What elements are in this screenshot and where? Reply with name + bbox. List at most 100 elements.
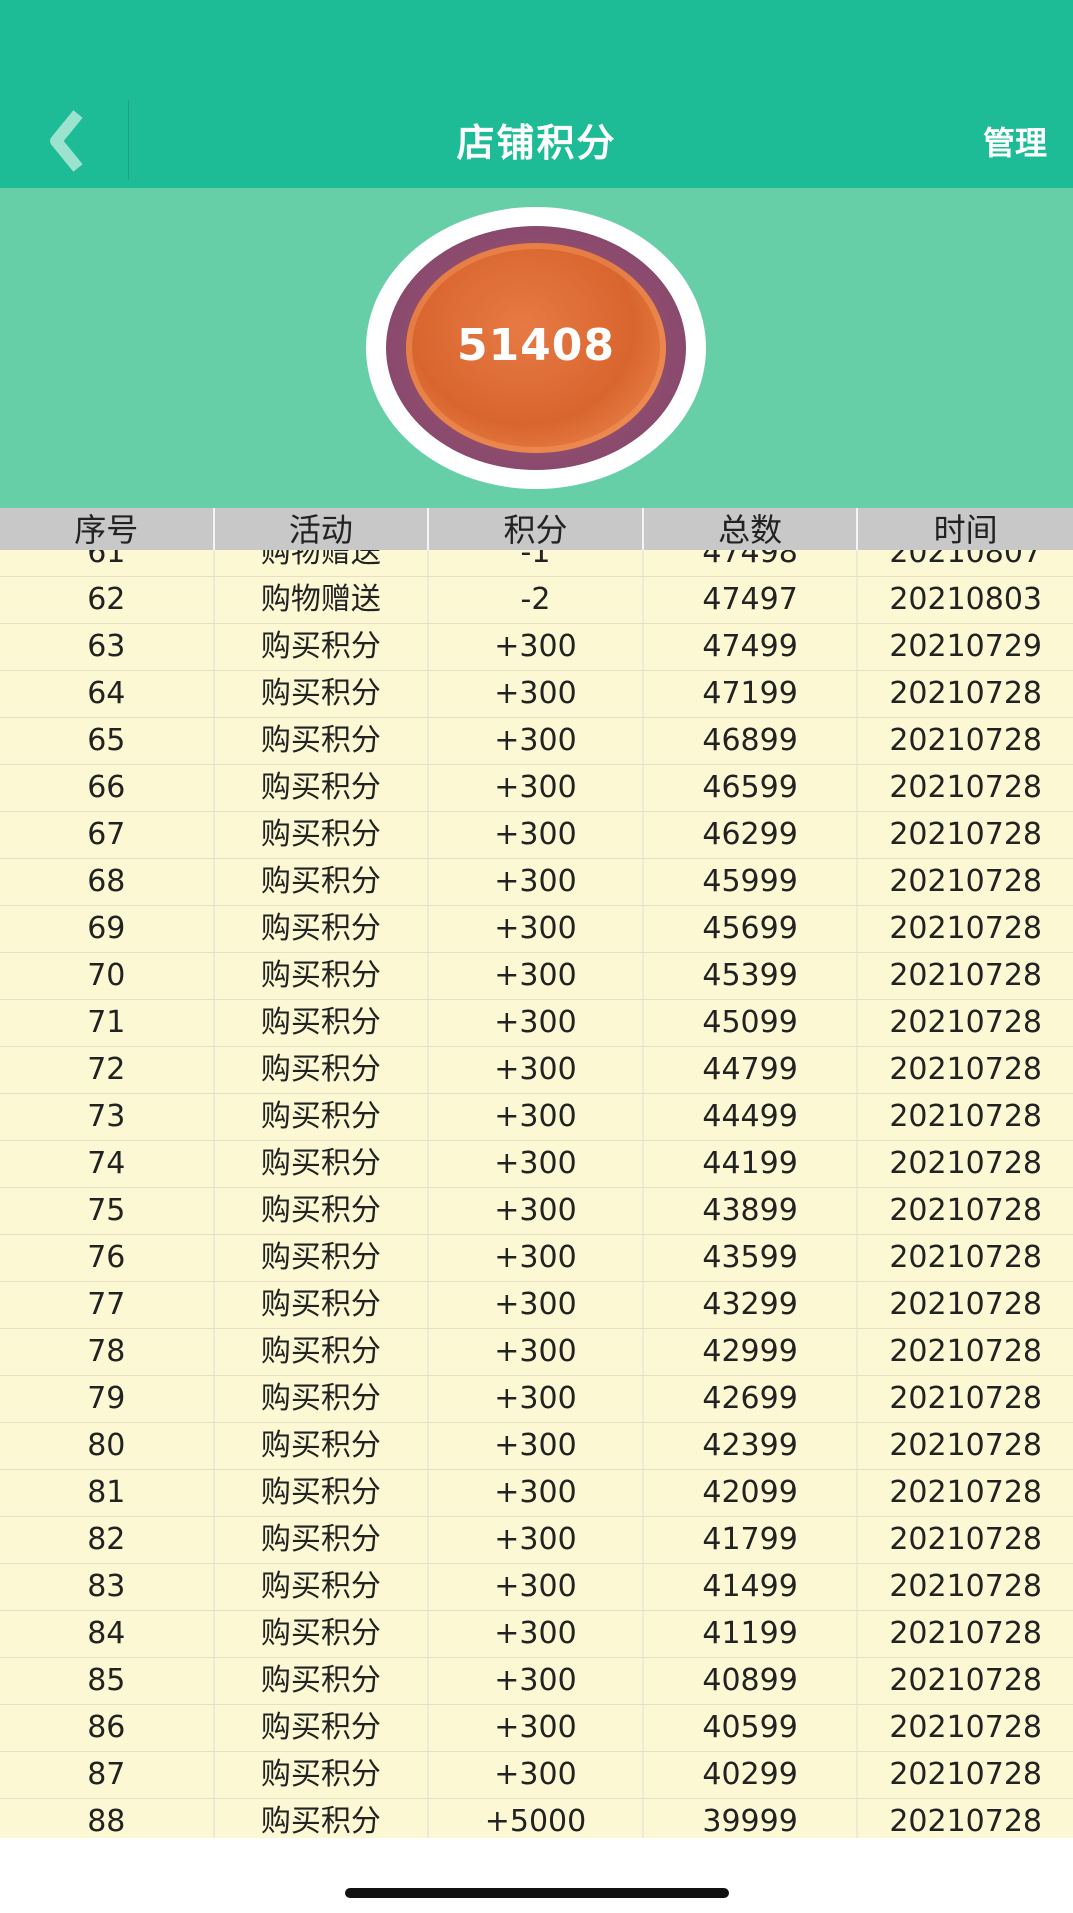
cell-time: 20210807 [889,550,1043,570]
cell-index: 70 [0,953,215,999]
cell-index: 86 [0,1705,215,1751]
cell-total: 42699 [644,1376,859,1422]
table-row[interactable]: 73 购买积分 +300 44499 20210728 [0,1094,1073,1141]
table-row[interactable]: 68 购买积分 +300 45999 20210728 [0,859,1073,906]
cell-points: +300 [429,1235,644,1281]
table-row[interactable]: 84 购买积分 +300 41199 20210728 [0,1611,1073,1658]
cell-activity: 购买积分 [215,1423,430,1469]
cell-time: 20210728 [889,1569,1043,1604]
cell-time: 20210728 [889,817,1043,852]
cell-points: +300 [429,953,644,999]
points-history-list[interactable]: 61 购物赠送 -1 47498 20210807 62 购物赠送 -2 47497 202108… [0,550,1073,1838]
cell-points: +300 [429,718,644,764]
table-row[interactable]: 85 购买积分 +300 40899 20210728 [0,1658,1073,1705]
table-row[interactable]: 67 购买积分 +300 46299 20210728 [0,812,1073,859]
cell-points: +300 [429,1000,644,1046]
cell-points: +300 [429,765,644,811]
table-row[interactable]: 74 购买积分 +300 44199 20210728 [0,1141,1073,1188]
cell-activity: 购买积分 [215,1094,430,1140]
cell-activity: 购买积分 [215,1000,430,1046]
cell-total: 41199 [644,1611,859,1657]
cell-time: 20210728 [889,1757,1043,1792]
cell-points: +300 [429,1470,644,1516]
table-row[interactable]: 77 购买积分 +300 43299 20210728 [0,1282,1073,1329]
cell-total: 44199 [644,1141,859,1187]
cell-points: +300 [429,1611,644,1657]
cell-index: 79 [0,1376,215,1422]
cell-points: +300 [429,906,644,952]
cell-time: 20210728 [889,1616,1043,1651]
cell-activity: 购买积分 [215,906,430,952]
cell-activity: 购买积分 [215,1470,430,1516]
cell-activity: 购买积分 [215,1329,430,1375]
table-row[interactable]: 72 购买积分 +300 44799 20210728 [0,1047,1073,1094]
cell-points: +300 [429,1752,644,1798]
cell-total: 44499 [644,1094,859,1140]
cell-points: +5000 [429,1799,644,1838]
cell-time: 20210728 [889,1804,1043,1838]
cell-total: 42999 [644,1329,859,1375]
table-row[interactable]: 62 购物赠送 -2 47497 20210803 [0,577,1073,624]
cell-activity: 购买积分 [215,1047,430,1093]
table-row[interactable]: 69 购买积分 +300 45699 20210728 [0,906,1073,953]
manage-button[interactable]: 管理 [983,118,1047,164]
home-indicator[interactable] [345,1888,729,1898]
cell-time: 20210728 [889,1428,1043,1463]
table-row[interactable]: 76 购买积分 +300 43599 20210728 [0,1235,1073,1282]
cell-activity: 购买积分 [215,1799,430,1838]
cell-total: 41799 [644,1517,859,1563]
table-row[interactable]: 70 购买积分 +300 45399 20210728 [0,953,1073,1000]
table-row[interactable]: 86 购买积分 +300 40599 20210728 [0,1705,1073,1752]
cell-index: 72 [0,1047,215,1093]
cell-index: 84 [0,1611,215,1657]
table-row[interactable]: 65 购买积分 +300 46899 20210728 [0,718,1073,765]
table-row[interactable]: 78 购买积分 +300 42999 20210728 [0,1329,1073,1376]
table-row[interactable]: 87 购买积分 +300 40299 20210728 [0,1752,1073,1799]
table-row[interactable]: 71 购买积分 +300 45099 20210728 [0,1000,1073,1047]
table-row[interactable]: 61 购物赠送 -1 47498 20210807 [0,550,1073,577]
page-title: 店铺积分 [456,121,617,165]
cell-points: +300 [429,1188,644,1234]
cell-total: 47497 [644,577,859,623]
cell-time: 20210728 [889,1287,1043,1322]
table-row[interactable]: 88 购买积分 +5000 39999 20210728 [0,1799,1073,1838]
table-row[interactable]: 80 购买积分 +300 42399 20210728 [0,1423,1073,1470]
table-row[interactable]: 81 购买积分 +300 42099 20210728 [0,1470,1073,1517]
table-row[interactable]: 75 购买积分 +300 43899 20210728 [0,1188,1073,1235]
table-row[interactable]: 66 购买积分 +300 46599 20210728 [0,765,1073,812]
cell-total: 43299 [644,1282,859,1328]
table-row[interactable]: 63 购买积分 +300 47499 20210729 [0,624,1073,671]
cell-activity: 购买积分 [215,1141,430,1187]
points-summary: 51408 [0,188,1073,508]
table-row[interactable]: 64 购买积分 +300 47199 20210728 [0,671,1073,718]
cell-index: 68 [0,859,215,905]
table-row[interactable]: 82 购买积分 +300 41799 20210728 [0,1517,1073,1564]
cell-index: 85 [0,1658,215,1704]
cell-time: 20210728 [889,958,1043,993]
cell-points: -1 [429,550,644,576]
cell-time: 20210728 [889,911,1043,946]
cell-total: 45699 [644,906,859,952]
table-row[interactable]: 83 购买积分 +300 41499 20210728 [0,1564,1073,1611]
cell-index: 69 [0,906,215,952]
cell-total: 47498 [644,550,859,576]
cell-time: 20210728 [889,1052,1043,1087]
table-row[interactable]: 79 购买积分 +300 42699 20210728 [0,1376,1073,1423]
cell-time: 20210728 [889,1710,1043,1745]
cell-total: 47499 [644,624,859,670]
cell-activity: 购买积分 [215,812,430,858]
cell-time: 20210803 [889,582,1043,617]
cell-index: 75 [0,1188,215,1234]
cell-time: 20210728 [889,770,1043,805]
cell-time: 20210728 [889,676,1043,711]
cell-points: +300 [429,1423,644,1469]
cell-points: +300 [429,1376,644,1422]
cell-points: +300 [429,812,644,858]
cell-activity: 购买积分 [215,859,430,905]
cell-total: 45099 [644,1000,859,1046]
cell-activity: 购买积分 [215,671,430,717]
cell-points: +300 [429,1047,644,1093]
bottom-safe-area [0,1838,1073,1913]
cell-time: 20210728 [889,1663,1043,1698]
cell-time: 20210729 [889,629,1043,664]
